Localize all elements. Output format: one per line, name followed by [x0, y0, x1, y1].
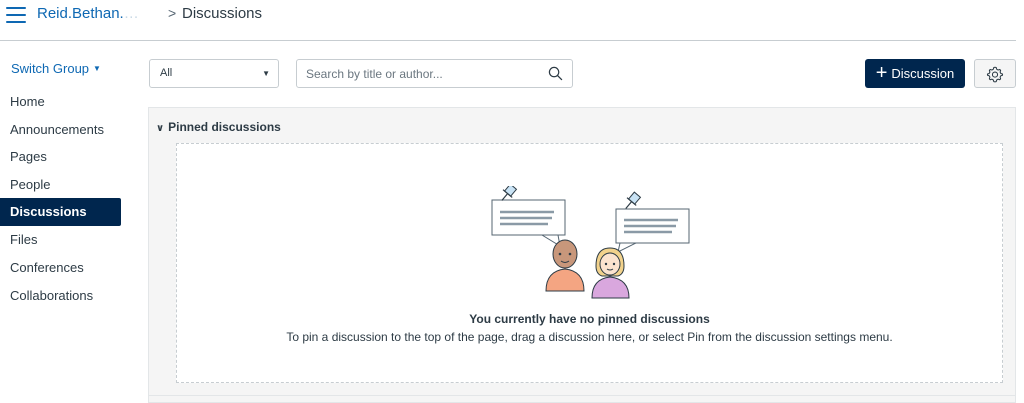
course-navigation: Home Announcements Pages People Discussi… — [0, 88, 122, 309]
pinned-discussions-heading: Pinned discussions — [168, 120, 281, 134]
sidebar-item-announcements[interactable]: Announcements — [0, 116, 122, 144]
add-discussion-button[interactable]: + Discussion — [865, 59, 965, 88]
search-input[interactable] — [306, 65, 536, 83]
filter-select[interactable]: All ▼ — [149, 59, 279, 88]
caret-down-icon: ▼ — [93, 64, 101, 73]
pinned-drop-zone[interactable]: You currently have no pinned discussions… — [176, 143, 1003, 383]
sidebar-item-collaborations[interactable]: Collaborations — [0, 282, 122, 310]
search-box — [296, 59, 573, 88]
sidebar-item-conferences[interactable]: Conferences — [0, 254, 122, 282]
panel-divider — [149, 395, 1015, 396]
gear-icon — [986, 66, 1004, 82]
breadcrumb-course-truncation: … — [123, 5, 139, 22]
pinned-discussions-panel: ∨ Pinned discussions You currently have … — [148, 107, 1016, 403]
sidebar-item-pages[interactable]: Pages — [0, 143, 122, 171]
filter-select-value: All — [160, 67, 173, 79]
add-discussion-label: Discussion — [891, 66, 955, 81]
breadcrumb-course-label[interactable]: Reid.Bethan. — [37, 5, 124, 22]
empty-state-description: To pin a discussion to the top of the pa… — [286, 330, 893, 344]
sidebar-item-files[interactable]: Files — [0, 226, 122, 254]
switch-group-button[interactable]: Switch Group ▼ — [11, 61, 101, 76]
settings-button[interactable] — [974, 59, 1016, 88]
sidebar-item-discussions[interactable]: Discussions — [0, 198, 121, 227]
empty-state-title: You currently have no pinned discussions — [469, 312, 710, 326]
top-bar: Reid.Bethan.… > Discussions — [0, 0, 1016, 41]
breadcrumb-current: Discussions — [182, 5, 263, 22]
sidebar-item-people[interactable]: People — [0, 171, 122, 199]
search-icon[interactable] — [548, 66, 563, 81]
plus-icon: + — [875, 61, 888, 84]
select-arrow-icon: ▼ — [262, 69, 270, 78]
pinned-discussions-toggle[interactable]: ∨ Pinned discussions — [156, 120, 281, 134]
switch-group-label[interactable]: Switch Group — [11, 61, 89, 76]
breadcrumb-course-link[interactable]: Reid.Bethan.… — [37, 5, 139, 22]
breadcrumb-separator: > — [168, 5, 177, 21]
hamburger-icon[interactable] — [6, 7, 26, 23]
chevron-down-icon: ∨ — [156, 123, 165, 134]
sidebar-item-home[interactable]: Home — [0, 88, 122, 116]
empty-pinned-illustration — [491, 186, 690, 299]
